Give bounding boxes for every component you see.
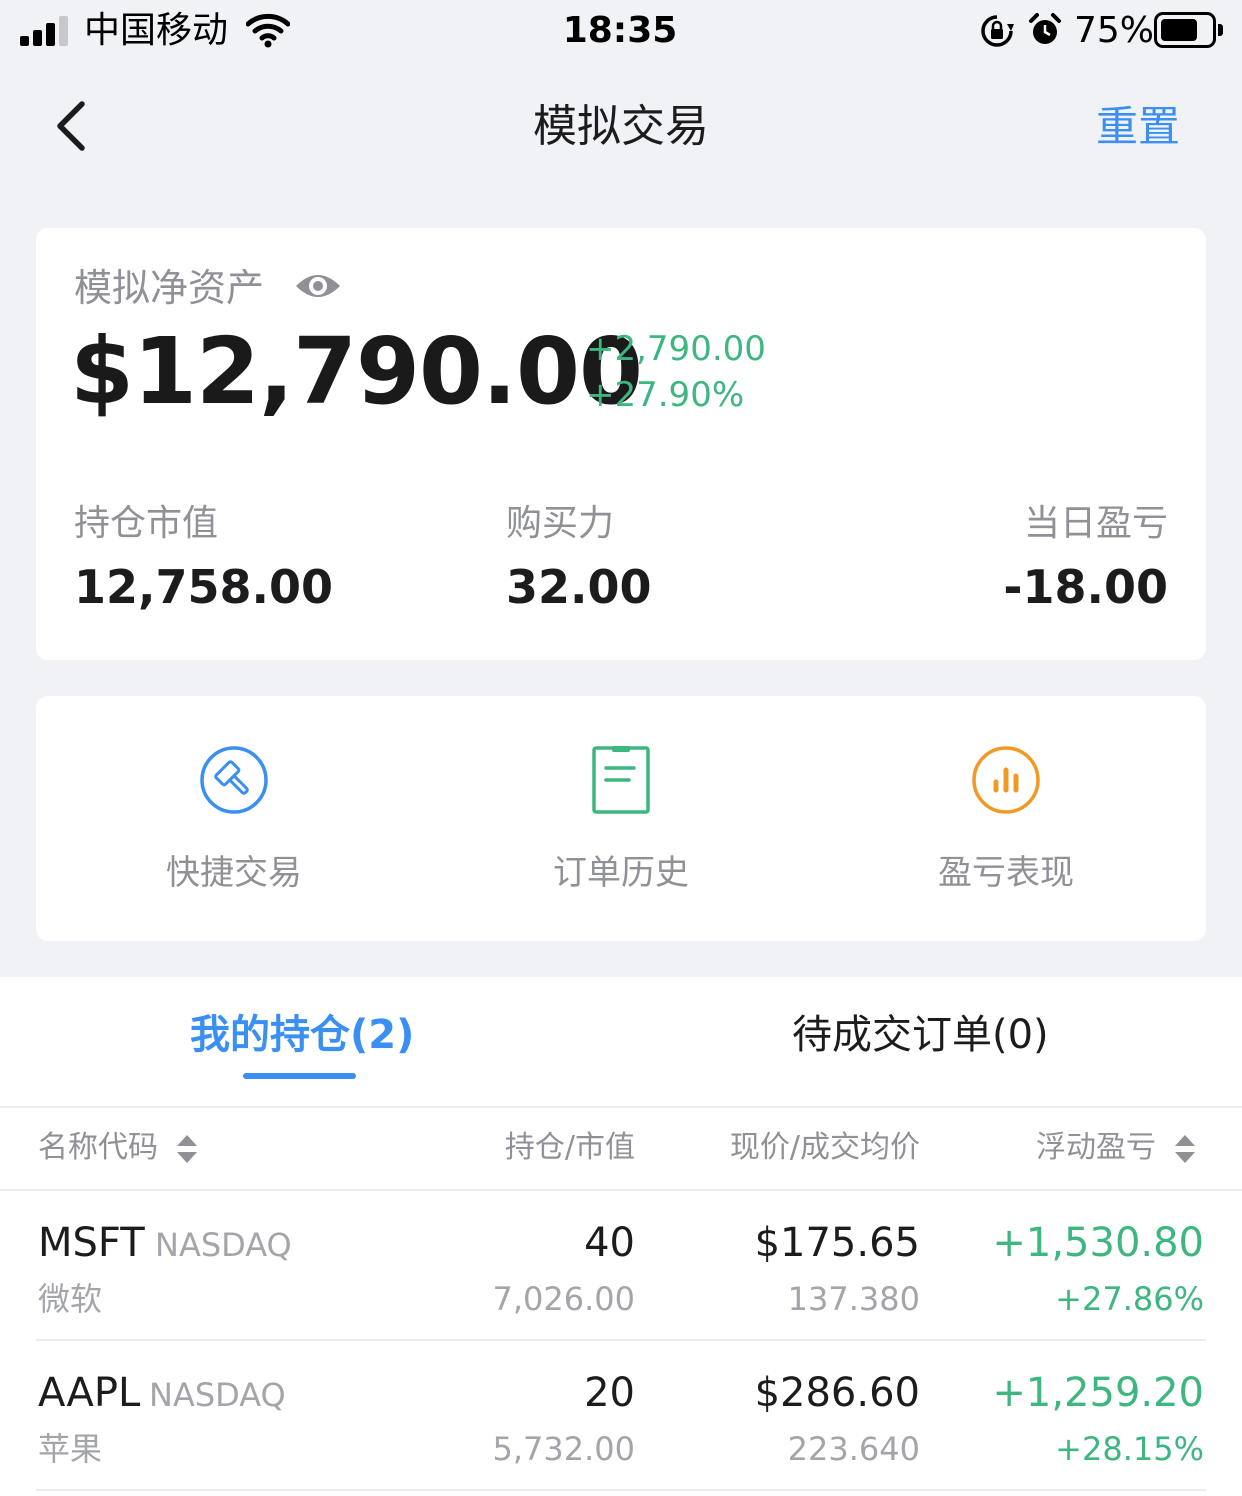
floating-pnl: +1,530.80 — [992, 1220, 1204, 1266]
header-label: 浮动盈亏 — [1036, 1130, 1156, 1165]
stock-name: 微软 — [38, 1280, 103, 1318]
wifi-icon — [246, 13, 290, 48]
stat-label: 购买力 — [506, 503, 615, 544]
change-amount: +2,790.00 — [586, 329, 766, 369]
summary-card: 模拟净资产 $12,790.00 +2,790.00 +27.90% 持仓市值 … — [36, 228, 1206, 660]
net-assets-value: $12,790.00 — [70, 318, 643, 425]
reset-button[interactable]: 重置 — [1096, 98, 1180, 156]
hammer-icon — [200, 746, 268, 814]
header-price-cost: 现价/成交均价 — [729, 1130, 920, 1165]
sort-icon — [1175, 1134, 1195, 1163]
battery-percent: 75% — [1074, 10, 1155, 51]
stat-daily-pnl: 当日盈亏 -18.00 — [1003, 500, 1168, 616]
shortcut-quick-trade[interactable]: 快捷交易 — [104, 744, 364, 896]
shortcut-label: 盈亏表现 — [938, 853, 1074, 893]
floating-pnl-percent: +28.15% — [1055, 1430, 1204, 1468]
current-price: $286.60 — [754, 1370, 920, 1416]
carrier-name: 中国移动 — [84, 10, 229, 51]
header-position-value: 持仓/市值 — [504, 1130, 635, 1165]
average-cost: 137.380 — [787, 1280, 920, 1318]
stat-label: 当日盈亏 — [1023, 503, 1168, 544]
shortcut-label: 快捷交易 — [166, 853, 302, 893]
divider — [0, 1106, 1242, 1108]
signal-icon — [20, 14, 72, 46]
shortcut-label: 订单历史 — [553, 853, 689, 893]
back-chevron-icon[interactable] — [48, 96, 98, 156]
clock: 18:35 — [562, 10, 678, 51]
header-label: 名称代码 — [38, 1130, 158, 1165]
position-market-value: 7,026.00 — [492, 1280, 636, 1318]
row-divider — [36, 1489, 1206, 1491]
stat-value: -18.00 — [1003, 560, 1168, 614]
stat-value: 12,758.00 — [74, 560, 333, 614]
stat-buying-power: 购买力 32.00 — [506, 500, 652, 616]
page-title: 模拟交易 — [533, 101, 709, 152]
stock-symbol: AAPL — [38, 1370, 141, 1416]
header-name-code[interactable]: 名称代码 — [38, 1125, 198, 1171]
holdings-section: 我的持仓(2) 待成交订单(0) 名称代码 持仓/市值 现价/成交均价 浮动盈亏… — [0, 977, 1242, 1496]
net-assets-label: 模拟净资产 — [74, 266, 265, 310]
tab-my-positions[interactable]: 我的持仓(2) — [190, 1007, 414, 1063]
change-percent: +27.90% — [586, 375, 745, 415]
header-floating-pnl[interactable]: 浮动盈亏 — [1036, 1125, 1196, 1171]
current-price: $175.65 — [754, 1220, 920, 1266]
stock-name: 苹果 — [38, 1430, 103, 1468]
stat-label: 持仓市值 — [74, 503, 219, 544]
bar-chart-icon — [972, 746, 1040, 814]
sort-icon — [177, 1134, 197, 1163]
position-quantity: 20 — [584, 1370, 635, 1416]
position-market-value: 5,732.00 — [492, 1430, 636, 1468]
document-icon — [592, 746, 650, 814]
rotation-lock-icon — [981, 15, 1014, 47]
stock-symbol: MSFT — [38, 1220, 145, 1266]
shortcuts-card: 快捷交易 订单历史 盈亏表现 — [36, 696, 1206, 941]
stat-value: 32.00 — [506, 560, 652, 614]
stock-exchange: NASDAQ — [149, 1376, 286, 1414]
alarm-icon — [1029, 13, 1061, 44]
table-row[interactable]: MSFT NASDAQ 微软 40 7,026.00 $175.65 137.3… — [0, 1191, 1242, 1341]
battery-icon — [1154, 12, 1223, 48]
shortcut-pnl-performance[interactable]: 盈亏表现 — [876, 744, 1136, 896]
floating-pnl: +1,259.20 — [992, 1370, 1204, 1416]
floating-pnl-percent: +27.86% — [1055, 1280, 1204, 1318]
shortcut-order-history[interactable]: 订单历史 — [491, 744, 751, 896]
eye-icon[interactable] — [294, 268, 342, 304]
average-cost: 223.640 — [787, 1430, 920, 1468]
table-row[interactable]: AAPL NASDAQ 苹果 20 5,732.00 $286.60 223.6… — [0, 1341, 1242, 1491]
active-tab-indicator — [243, 1073, 356, 1079]
status-bar: 中国移动 18:35 75% — [0, 0, 1242, 64]
stock-exchange: NASDAQ — [155, 1226, 292, 1264]
position-quantity: 40 — [584, 1220, 635, 1266]
stat-position-value: 持仓市值 12,758.00 — [74, 500, 333, 616]
tab-pending-orders[interactable]: 待成交订单(0) — [792, 1007, 1049, 1063]
